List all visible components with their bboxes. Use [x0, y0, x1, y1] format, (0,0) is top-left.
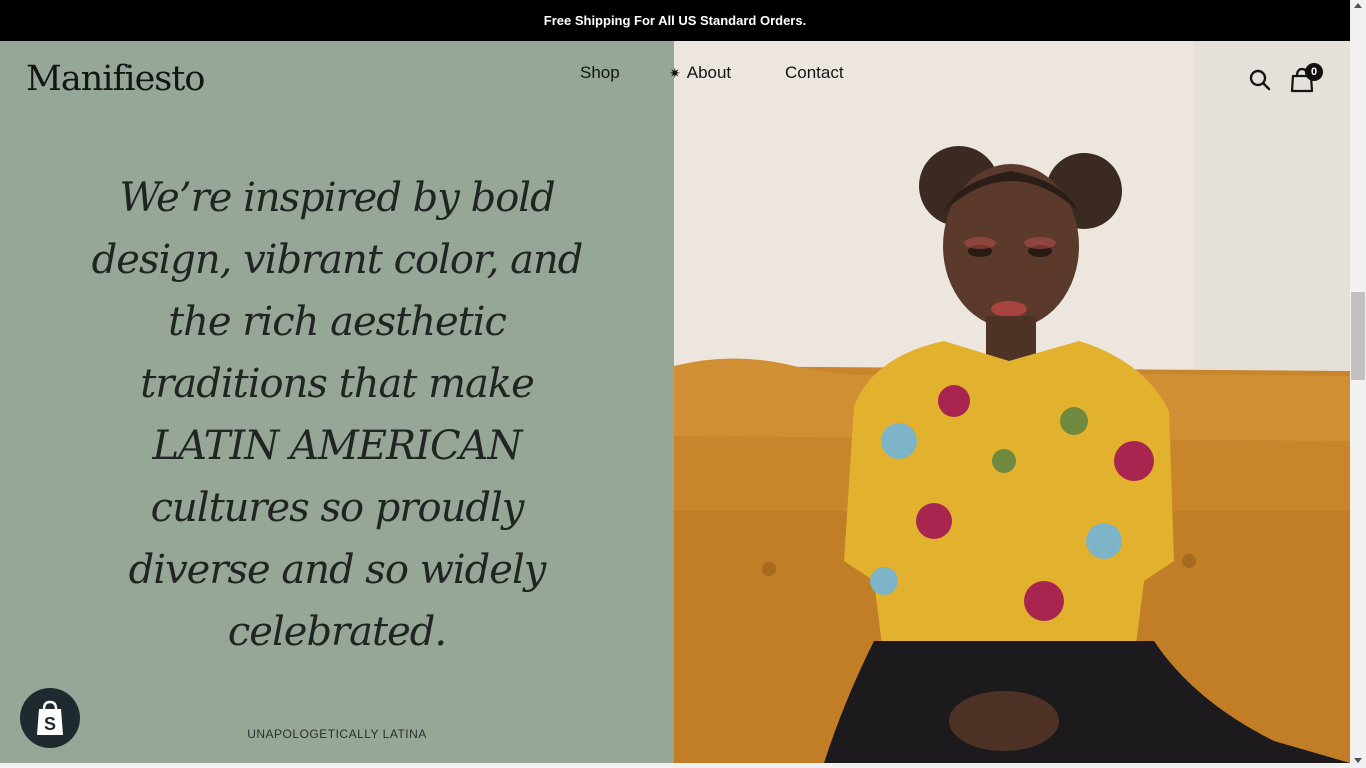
cart-count-badge: 0: [1305, 63, 1323, 81]
scroll-up-arrow-icon[interactable]: [1354, 3, 1362, 8]
announcement-bar: Free Shipping For All US Standard Orders…: [0, 0, 1350, 41]
vertical-scrollbar[interactable]: [1350, 0, 1366, 768]
svg-text:S: S: [44, 714, 56, 734]
shopify-bag-icon: S: [37, 700, 63, 735]
announcement-text: Free Shipping For All US Standard Orders…: [543, 13, 807, 28]
nav-shop[interactable]: Shop: [580, 63, 620, 83]
asterisk-star-icon: ✷: [669, 65, 681, 81]
nav-contact[interactable]: Contact: [785, 63, 844, 83]
horizontal-scrollbar[interactable]: [0, 763, 1350, 768]
nav-about-label: About: [686, 63, 732, 82]
hero-text-panel: We’re inspired by bold design, vibrant c…: [0, 41, 674, 763]
hero-quote: We’re inspired by bold design, vibrant c…: [91, 175, 584, 655]
scrollbar-thumb[interactable]: [1351, 292, 1365, 380]
hero-tagline: UNAPOLOGETICALLY LATINA: [247, 727, 427, 741]
hero-photo: [674, 41, 1350, 763]
search-button[interactable]: [1248, 68, 1272, 92]
hero-photo-illustration: [674, 41, 1350, 763]
shopify-chat-button[interactable]: S: [20, 688, 80, 748]
nav-about[interactable]: ✷ About: [669, 63, 731, 83]
search-icon: [1249, 69, 1271, 91]
scroll-down-arrow-icon[interactable]: [1354, 758, 1362, 763]
site-logo[interactable]: Manifiesto: [26, 59, 205, 99]
hero-section: We’re inspired by bold design, vibrant c…: [0, 41, 1350, 763]
cart-button[interactable]: 0: [1290, 63, 1326, 93]
